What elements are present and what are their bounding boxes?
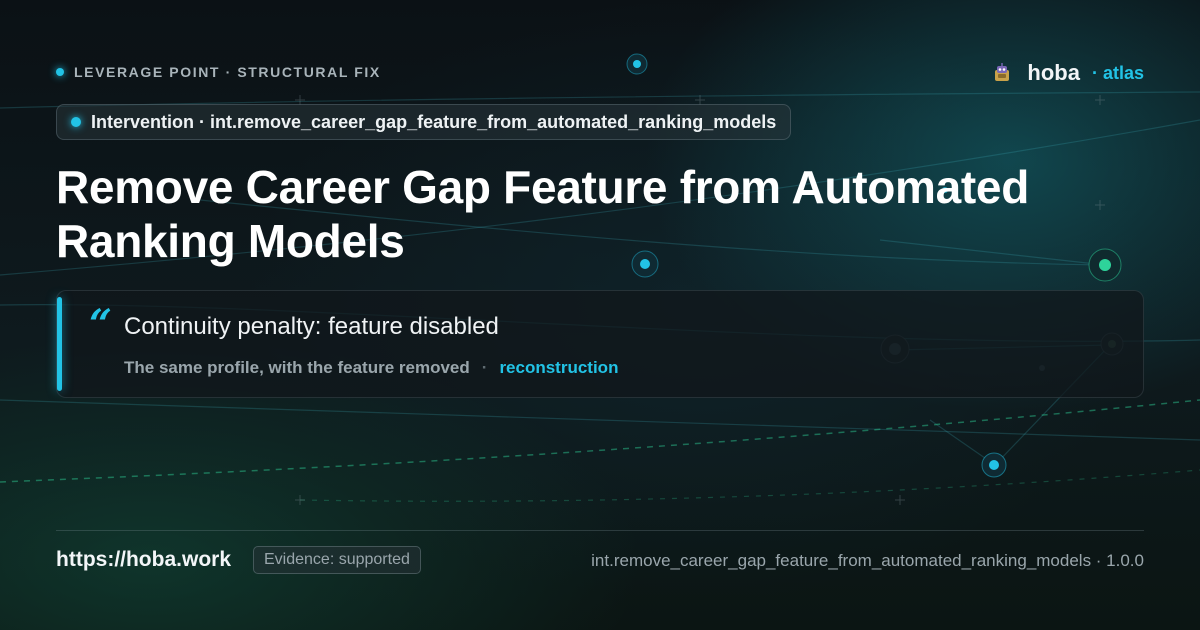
- footer-divider: [56, 530, 1144, 531]
- quote-tag: reconstruction: [499, 358, 619, 377]
- evidence-badge: Evidence: supported: [253, 546, 421, 574]
- intervention-label: Intervention · int.remove_career_gap_fea…: [91, 111, 777, 132]
- page-title: Remove Career Gap Feature from Automated…: [56, 161, 1030, 267]
- quote-text: Continuity penalty: feature disabled: [124, 313, 499, 340]
- intervention-pill: Intervention · int.remove_career_gap_fea…: [56, 104, 792, 140]
- brand[interactable]: hoba · atlas: [991, 60, 1144, 86]
- kicker-dot-icon: [56, 68, 64, 76]
- footer-url-link[interactable]: https://hoba.work: [56, 548, 231, 572]
- quote-accent-bar: [57, 297, 62, 391]
- brand-name: hoba: [1027, 60, 1080, 85]
- quote-meta: The same profile, with the feature remov…: [124, 358, 618, 378]
- leverage-kicker: LEVERAGE POINT · STRUCTURAL FIX: [56, 64, 381, 80]
- og-card: LEVERAGE POINT · STRUCTURAL FIX hoba · a…: [0, 0, 1200, 630]
- quote-caption: The same profile, with the feature remov…: [124, 358, 470, 377]
- brand-sub: · atlas: [1091, 62, 1144, 83]
- quote-mark-icon: “: [89, 301, 113, 348]
- footer-id-version: int.remove_career_gap_feature_from_autom…: [591, 551, 1144, 570]
- kicker-label: LEVERAGE POINT · STRUCTURAL FIX: [74, 64, 381, 80]
- quote-separator: ·: [481, 358, 488, 377]
- pill-dot-icon: [71, 117, 81, 127]
- robot-logo-icon: [991, 62, 1013, 84]
- quote-card: “ Continuity penalty: feature disabled T…: [56, 290, 1144, 398]
